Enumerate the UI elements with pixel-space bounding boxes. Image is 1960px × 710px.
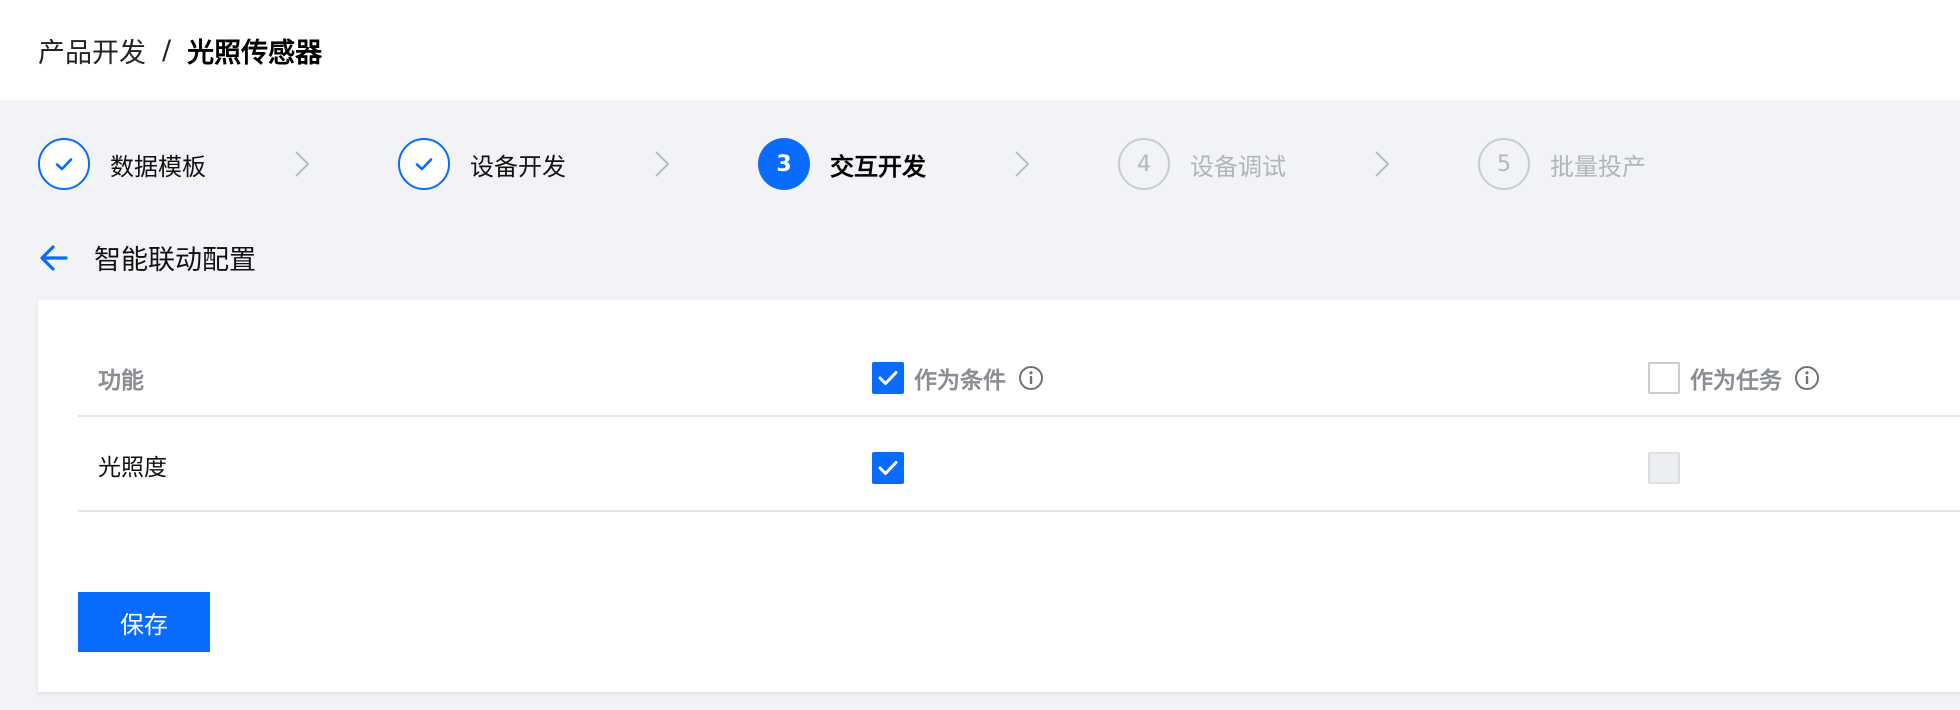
step-label: 设备开发 <box>470 152 566 181</box>
breadcrumb-current: 光照传感器 <box>187 37 323 69</box>
check-icon <box>38 138 90 190</box>
row-divider <box>78 510 1960 512</box>
breadcrumb: 产品开发 / 光照传感器 <box>38 30 322 70</box>
task-select-all-checkbox[interactable] <box>1648 362 1680 394</box>
step-number: 3 <box>758 138 810 190</box>
step-number: 5 <box>1478 138 1530 190</box>
header-as-condition-label: 作为条件 <box>914 368 1006 394</box>
breadcrumb-separator: / <box>162 34 172 66</box>
condition-select-all-checkbox[interactable] <box>872 362 904 394</box>
info-icon[interactable] <box>1794 365 1820 391</box>
chevron-right-icon <box>1015 151 1030 177</box>
header-divider <box>78 415 1960 417</box>
breadcrumb-parent-link[interactable]: 产品开发 <box>38 31 146 70</box>
info-icon[interactable] <box>1018 365 1044 391</box>
step-mass-production[interactable]: 5 批量投产 <box>1478 133 1646 195</box>
row-function-name: 光照度 <box>98 455 167 481</box>
row-condition-checkbox[interactable] <box>872 452 904 484</box>
page-header: 产品开发 / 光照传感器 <box>0 0 1960 100</box>
step-interaction-development[interactable]: 3 交互开发 <box>758 133 926 195</box>
step-device-development[interactable]: 设备开发 <box>398 133 566 195</box>
chevron-right-icon <box>655 151 670 177</box>
header-as-task: 作为任务 <box>1648 360 1820 396</box>
save-button[interactable]: 保存 <box>78 592 210 652</box>
header-function-label: 功能 <box>98 368 144 394</box>
step-label: 数据模板 <box>110 152 206 181</box>
chevron-right-icon <box>295 151 310 177</box>
step-label: 批量投产 <box>1550 152 1646 181</box>
step-device-debugging[interactable]: 4 设备调试 <box>1118 133 1286 195</box>
step-number: 4 <box>1118 138 1170 190</box>
section-title: 智能联动配置 <box>94 245 256 276</box>
step-label: 交互开发 <box>830 152 926 181</box>
row-task-checkbox <box>1648 452 1680 484</box>
step-label: 设备调试 <box>1190 152 1286 181</box>
header-function: 功能 <box>98 360 144 396</box>
linkage-config-card <box>38 300 1960 692</box>
chevron-right-icon <box>1375 151 1390 177</box>
step-data-template[interactable]: 数据模板 <box>38 133 206 195</box>
step-progress: 数据模板 设备开发 3 交互开发 4 设备调试 5 批量投产 <box>0 133 1960 195</box>
check-icon <box>398 138 450 190</box>
header-as-condition: 作为条件 <box>872 360 1044 396</box>
arrow-left-icon[interactable] <box>36 240 72 276</box>
header-as-task-label: 作为任务 <box>1690 368 1782 394</box>
